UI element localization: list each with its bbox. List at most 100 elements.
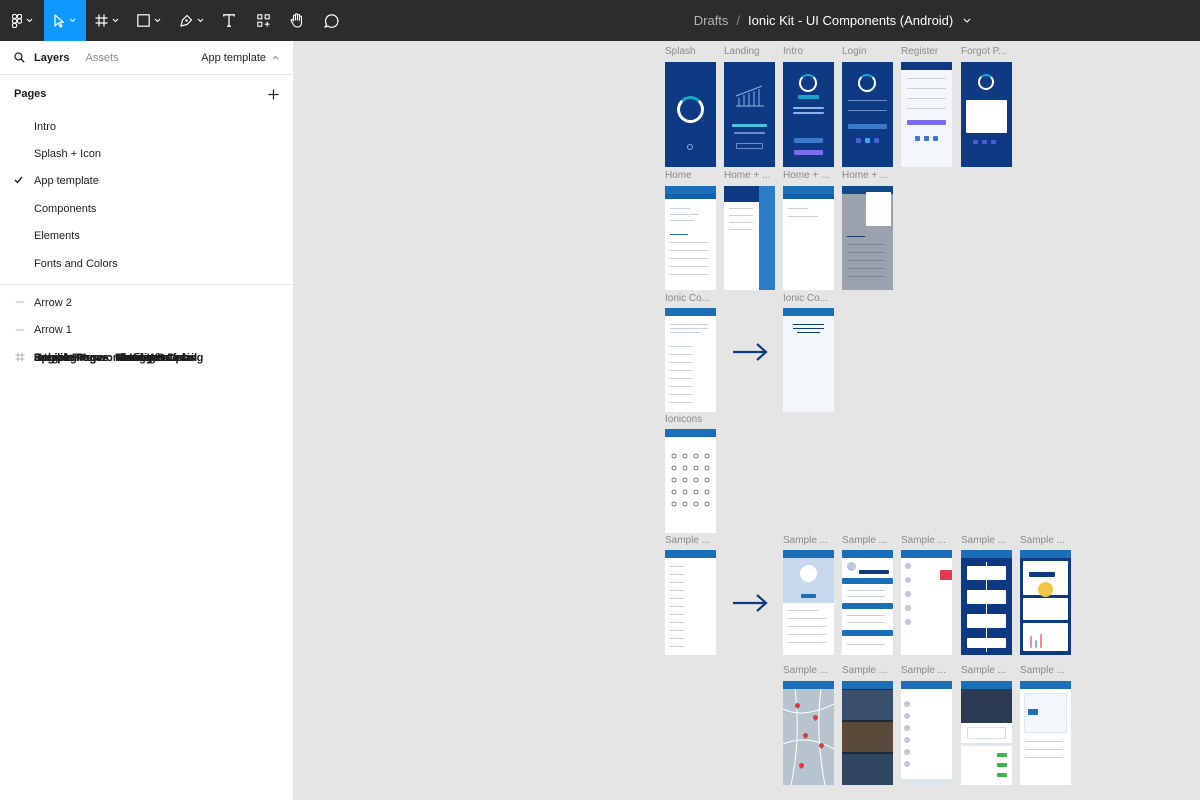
frame-label[interactable]: Ionic Co... <box>783 293 828 304</box>
splash-frame-thumbnail[interactable] <box>665 62 716 167</box>
flow-arrow-icon[interactable] <box>732 343 768 361</box>
frame-label[interactable]: Sample ... <box>1020 665 1065 676</box>
frame-label[interactable]: Sample ... <box>842 665 887 676</box>
frame-label[interactable]: Home <box>665 170 692 181</box>
home-frame-thumbnail[interactable] <box>665 186 716 290</box>
frame-label[interactable]: Sample ... <box>901 665 946 676</box>
sample-business-detail-frame-thumbnail[interactable] <box>961 681 1012 785</box>
chevron-down-icon <box>69 18 76 23</box>
frame-label[interactable]: Sample ... <box>961 535 1006 546</box>
layer-item[interactable]: Arrow 1 <box>0 317 293 344</box>
page-item-label: Intro <box>34 120 57 133</box>
frame-label[interactable]: Home + ... <box>724 170 770 181</box>
breadcrumb-separator: / <box>736 13 741 28</box>
frame-label[interactable]: Ionic Co... <box>665 293 710 304</box>
frame-label[interactable]: Home + ... <box>842 170 888 181</box>
sample-nearby-map-frame-thumbnail[interactable] <box>783 681 834 785</box>
register-frame-thumbnail[interactable] <box>901 62 952 167</box>
frame-hash-icon <box>95 14 108 27</box>
login-frame-thumbnail[interactable] <box>842 62 893 167</box>
tab-layers[interactable]: Layers <box>34 52 69 64</box>
page-item-fonts-colors[interactable]: Fonts and Colors <box>0 250 293 277</box>
main-menu-button[interactable] <box>0 0 44 41</box>
ionicons-frame-thumbnail[interactable] <box>665 429 716 533</box>
components-grid-icon <box>256 14 270 27</box>
add-page-plus-icon[interactable] <box>268 89 279 100</box>
page-item-label: App template <box>34 175 99 188</box>
layer-item-label: Arrow 1 <box>34 324 72 337</box>
frame-label[interactable]: Landing <box>724 46 760 57</box>
chevron-down-icon <box>197 18 203 23</box>
current-page-selector[interactable]: App template <box>201 52 279 64</box>
frame-label[interactable]: Ionicons <box>665 414 702 425</box>
design-canvas[interactable]: Splash Landing Intro Login Register Forg… <box>294 41 1200 800</box>
intro-frame-thumbnail[interactable] <box>783 62 834 167</box>
hand-tool-button[interactable] <box>280 0 314 41</box>
breadcrumb-file-name[interactable]: Ionic Kit - UI Components (Android) <box>748 13 953 28</box>
page-item-intro[interactable]: Intro <box>0 113 293 140</box>
pages-list: Intro Splash + Icon App template Compone… <box>0 113 293 277</box>
frame-label[interactable]: Login <box>842 46 866 57</box>
layer-item[interactable]: Home + Menu <box>0 344 106 371</box>
frame-label[interactable]: Sample ... <box>961 665 1006 676</box>
frame-label[interactable]: Sample ... <box>783 535 828 546</box>
frame-label[interactable]: Sample ... <box>901 535 946 546</box>
search-icon[interactable] <box>14 52 25 63</box>
ionic-components-list-frame-thumbnail[interactable] <box>665 308 716 412</box>
frame-tool-button[interactable] <box>86 0 128 41</box>
chevron-up-icon <box>272 55 279 60</box>
frame-label[interactable]: Sample ... <box>783 665 828 676</box>
sample-pages-list-frame-thumbnail[interactable] <box>665 550 716 655</box>
current-page-label: App template <box>201 51 266 64</box>
sample-settings-frame-thumbnail[interactable] <box>842 550 893 655</box>
forgot-password-frame-thumbnail[interactable] <box>961 62 1012 167</box>
pen-tool-button[interactable] <box>170 0 212 41</box>
comment-tool-button[interactable] <box>314 0 348 41</box>
home-popover-frame-thumbnail[interactable] <box>842 186 893 290</box>
sample-local-weather-frame-thumbnail[interactable] <box>1020 681 1071 785</box>
page-item-components[interactable]: Components <box>0 195 293 222</box>
frame-label[interactable]: Sample ... <box>665 535 710 546</box>
sample-charts-frame-thumbnail[interactable] <box>1020 550 1071 655</box>
frame-label[interactable]: Sample ... <box>842 535 887 546</box>
move-tool-button[interactable] <box>44 0 86 41</box>
line-icon <box>15 329 25 331</box>
page-item-label: Fonts and Colors <box>34 257 118 270</box>
sample-profile-frame-thumbnail[interactable] <box>783 550 834 655</box>
pages-header: Pages <box>0 75 293 113</box>
frame-label[interactable]: Register <box>901 46 938 57</box>
page-item-splash-icon[interactable]: Splash + Icon <box>0 140 293 167</box>
sample-timeline-frame-thumbnail[interactable] <box>961 550 1012 655</box>
comment-bubble-icon <box>323 14 338 28</box>
home-search-frame-thumbnail[interactable] <box>783 186 834 290</box>
frame-label[interactable]: Sample ... <box>1020 535 1065 546</box>
page-item-label: Splash + Icon <box>34 148 101 161</box>
page-item-app-template[interactable]: App template <box>0 168 293 195</box>
text-tool-button[interactable] <box>212 0 246 41</box>
checkmark-icon <box>14 176 23 184</box>
sample-categories-frame-thumbnail[interactable] <box>842 681 893 785</box>
sample-business-listing-frame-thumbnail[interactable] <box>901 681 952 785</box>
panel-tabs: Layers Assets App template <box>0 41 293 75</box>
breadcrumb-folder[interactable]: Drafts <box>694 13 729 28</box>
tab-assets[interactable]: Assets <box>85 52 118 64</box>
figma-logo-icon <box>11 13 22 28</box>
landing-frame-thumbnail[interactable] <box>724 62 775 167</box>
frame-label[interactable]: Forgot P... <box>961 46 1006 57</box>
flow-arrow-icon[interactable] <box>732 594 768 612</box>
layer-item[interactable]: Arrow 2 <box>0 289 293 316</box>
page-item-elements[interactable]: Elements <box>0 223 293 250</box>
layers-list: Arrow 2 Arrow 1 Sample Pages: Categories… <box>0 289 293 364</box>
frame-label[interactable]: Splash <box>665 46 696 57</box>
frame-label[interactable]: Intro <box>783 46 803 57</box>
hand-icon <box>290 13 303 28</box>
file-menu-chevron-icon[interactable] <box>963 18 971 23</box>
shape-tool-button[interactable] <box>128 0 170 41</box>
home-menu-frame-thumbnail[interactable] <box>724 186 775 290</box>
frame-label[interactable]: Home + ... <box>783 170 829 181</box>
sample-messages-frame-thumbnail[interactable] <box>901 550 952 655</box>
chevron-down-icon <box>26 18 32 23</box>
page-item-label: Elements <box>34 230 80 243</box>
resources-tool-button[interactable] <box>246 0 280 41</box>
ionic-components-detail-frame-thumbnail[interactable] <box>783 308 834 412</box>
